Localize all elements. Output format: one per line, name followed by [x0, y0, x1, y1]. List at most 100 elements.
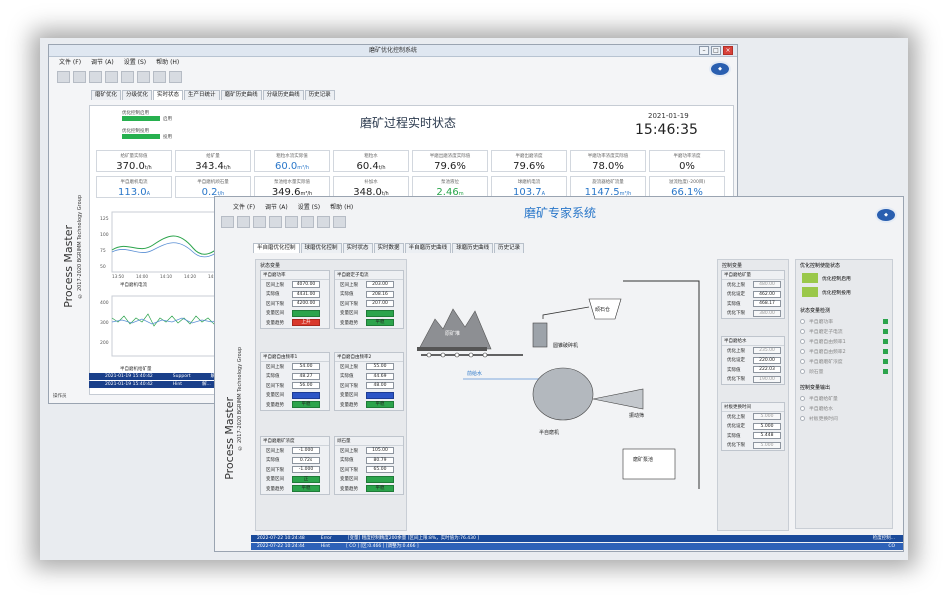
minimize-icon[interactable]: – — [699, 46, 709, 55]
kpi-label: 泵池液位 — [441, 180, 459, 185]
c1-x-2: 14:10 — [160, 274, 172, 279]
tab-class-history[interactable]: 分级历史曲线 — [262, 90, 304, 100]
ftab-ball[interactable]: 球磨优化控制 — [300, 243, 342, 253]
tool-button-4[interactable] — [105, 71, 118, 83]
state-row-label: 实际值 — [340, 374, 354, 380]
control-row-label: 优化设定 — [727, 424, 745, 430]
outputs-item[interactable]: 半自磨给矿量 — [796, 393, 892, 403]
detect-item[interactable]: 半自磨功率 — [796, 316, 892, 326]
state-row: 实际值 48.27 — [261, 372, 329, 382]
menu-settings[interactable]: 设置 (S) — [124, 57, 146, 68]
tab-mill-opt[interactable]: 磨矿优化 — [91, 90, 122, 100]
kpi-value: 79.6% — [434, 161, 466, 172]
state-row: 区间上限 54.00 — [261, 362, 329, 372]
ftab-ball-history[interactable]: 球磨历史曲线 — [452, 243, 494, 253]
list-item-label: 顽石量 — [809, 369, 824, 375]
state-row-value: 207.00 — [366, 300, 394, 308]
detect-item[interactable]: 半自磨自由频率2 — [796, 346, 892, 356]
tab-mill-history[interactable]: 磨矿历史曲线 — [220, 90, 262, 100]
tool-button-8[interactable] — [169, 71, 182, 83]
state-row-label: 实际值 — [266, 292, 280, 298]
ftab-status[interactable]: 实时状态 — [342, 243, 373, 253]
menu-adjust[interactable]: 调节 (A) — [91, 57, 114, 68]
tool-button-7[interactable] — [153, 71, 166, 83]
tab-realtime[interactable]: 实时状态 — [153, 90, 184, 100]
maximize-icon[interactable]: □ — [711, 46, 721, 55]
menu-file[interactable]: 文件 (F) — [59, 57, 81, 68]
control-row-label: 实际值 — [727, 367, 741, 373]
state-row-value: 平稳 — [366, 401, 394, 409]
c1-x-0: 13:50 — [112, 274, 124, 279]
front-side-copyright: © 2017-2020 BGRIMM Technology Group — [237, 347, 243, 451]
front-side-brand: Process Master — [223, 397, 236, 480]
list-item-label: 半自磨自由频率1 — [809, 339, 846, 345]
state-row-value: 正 — [292, 475, 320, 483]
state-row-label: 变量区间 — [340, 477, 358, 483]
tool-button-5[interactable] — [121, 71, 134, 83]
ftab-sag[interactable]: 半自磨优化控制 — [253, 243, 300, 253]
bgrimm-logo-icon: ◆ — [709, 61, 731, 77]
kpi-value: 113.0A — [117, 187, 151, 198]
kpi-card: 粗粒水流实际值 60.0m³/h — [254, 150, 330, 172]
state-row-label: 变量趋势 — [340, 320, 358, 326]
control-row-value[interactable]: 220.00 — [753, 356, 781, 364]
ftab-records[interactable]: 历史记录 — [494, 243, 525, 253]
log-row-1: 2022-07-22 10:24:48 Error [变量] 粗度控制精度200余量… — [251, 535, 903, 542]
state-row-value — [366, 309, 394, 317]
state-row-value — [292, 391, 320, 399]
process-flow-diagram: 原矿堆 圆锥破碎机 顽石仓 前给水 半自磨机 振动筛 磨矿泵池 — [413, 259, 713, 531]
control-group: 半自磨给水 优化上限 235.00 优化设定 220.00 实际值 222.03 优化下限 19… — [721, 336, 785, 385]
control-row: 优化上限 480.00 — [722, 280, 784, 290]
opt-item-2[interactable]: 优化控制投用 — [796, 285, 892, 299]
tool-button-6[interactable] — [137, 71, 150, 83]
tool-button-1[interactable] — [57, 71, 70, 83]
pump-pool-shape — [622, 448, 676, 480]
c1-x-1: 14:00 — [136, 274, 148, 279]
detect-item[interactable]: 顽石量 — [796, 366, 892, 376]
state-row-label: 变量趋势 — [266, 486, 284, 492]
close-icon[interactable]: × — [723, 46, 733, 55]
state-row-label: 实际值 — [266, 458, 280, 464]
tab-class-opt[interactable]: 分级优化 — [122, 90, 153, 100]
label-pump-pool: 磨矿泵池 — [633, 456, 653, 463]
state-group: 半自磨自由频率2 区间上限 55.00 实际值 44.69 区间下限 48.00 变量区间 变量… — [334, 352, 404, 411]
state-row: 实际值 4431.00 — [261, 290, 329, 300]
control-row-value[interactable]: 462.00 — [753, 290, 781, 298]
outputs-item[interactable]: 衬板更换时间 — [796, 413, 892, 423]
control-row-value[interactable]: 5.000 — [753, 422, 781, 430]
state-row-label: 区间下限 — [266, 383, 284, 389]
ftab-data[interactable]: 实时数据 — [373, 243, 404, 253]
outputs-item[interactable]: 半自磨给水 — [796, 403, 892, 413]
list-item-label: 衬板更换时间 — [809, 416, 838, 422]
control-row: 优化设定 220.00 — [722, 356, 784, 366]
state-row: 变量趋势 平稳 — [335, 318, 403, 328]
state-row: 变量区间 — [261, 391, 329, 401]
ftab-sag-history[interactable]: 半自磨历史曲线 — [404, 243, 452, 253]
tab-daily[interactable]: 生产日统计 — [184, 90, 220, 100]
state-row-label: 区间下限 — [340, 383, 358, 389]
detect-list: 半自磨功率 半自磨定子电流半自磨自由频率1 半自磨自由频率2 半自磨磨矿浓度顽石量 — [796, 316, 892, 376]
radio-icon — [800, 368, 805, 374]
kpi-label: 半磨出磨浓度 — [515, 154, 543, 159]
tool-button-3[interactable] — [89, 71, 102, 83]
opt-item-1[interactable]: 优化控制启用 — [796, 271, 892, 285]
state-row-label: 变量趋势 — [266, 402, 284, 408]
detect-item[interactable]: 半自磨自由频率1 — [796, 336, 892, 346]
detect-item[interactable]: 半自磨磨矿浓度 — [796, 356, 892, 366]
tab-records[interactable]: 历史记录 — [304, 90, 335, 100]
state-row-label: 变量区间 — [266, 393, 284, 399]
state-row-value: 48.00 — [366, 382, 394, 390]
status-indicator — [883, 338, 888, 344]
kpi-label: 溢流粒度(-200目) — [668, 180, 706, 185]
label-cone-crusher: 圆锥破碎机 — [553, 342, 578, 349]
state-row: 变量趋势 平稳 — [335, 400, 403, 410]
menu-help[interactable]: 帮助 (H) — [156, 57, 179, 68]
tool-button-2[interactable] — [73, 71, 86, 83]
state-row: 区间下限 48.00 — [335, 381, 403, 391]
status-indicator — [883, 318, 888, 324]
detect-item[interactable]: 半自磨定子电流 — [796, 326, 892, 336]
control-row-value: 190.00 — [753, 375, 781, 383]
state-row-value: 65.00 — [366, 466, 394, 474]
kpi-label: 补加水 — [364, 180, 378, 185]
back-window-title: 磨矿优化控制系统 — [368, 47, 417, 54]
